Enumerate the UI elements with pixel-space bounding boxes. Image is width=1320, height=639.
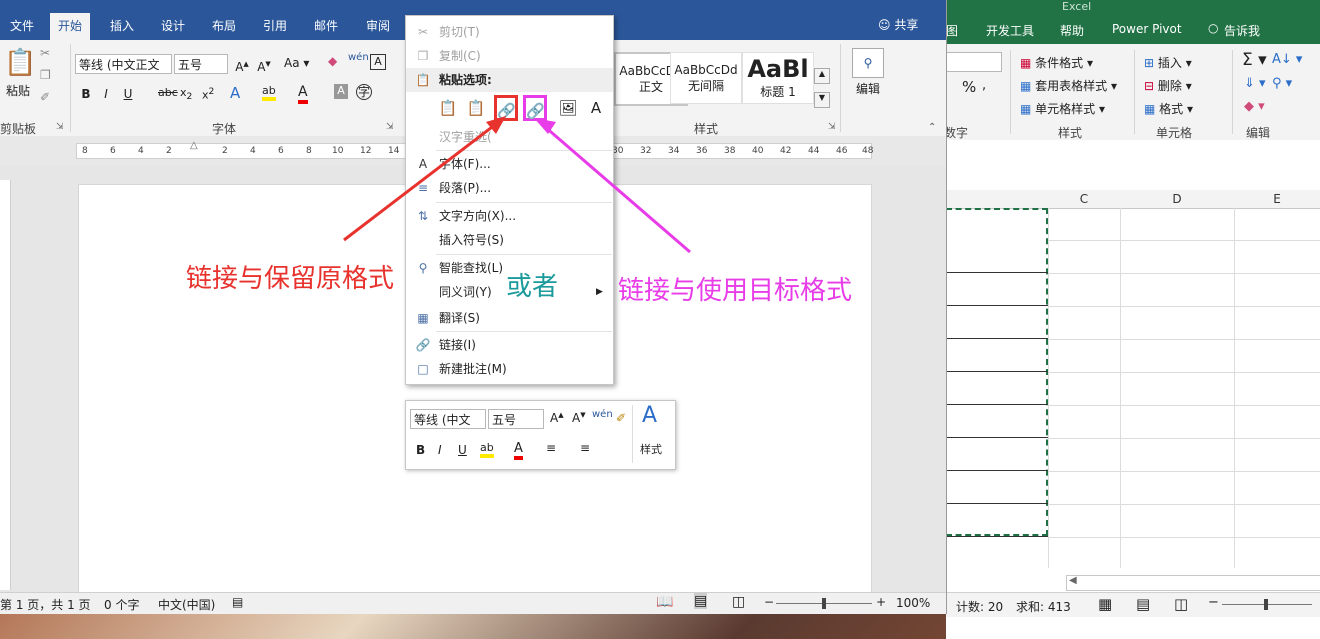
annotation-use-destination-format: 链接与使用目标格式 (618, 276, 853, 306)
annotation-or: 或者 (506, 272, 559, 302)
annotation-keep-source-format: 链接与保留原格式 (186, 264, 395, 294)
annotation-arrows (343, 116, 691, 254)
